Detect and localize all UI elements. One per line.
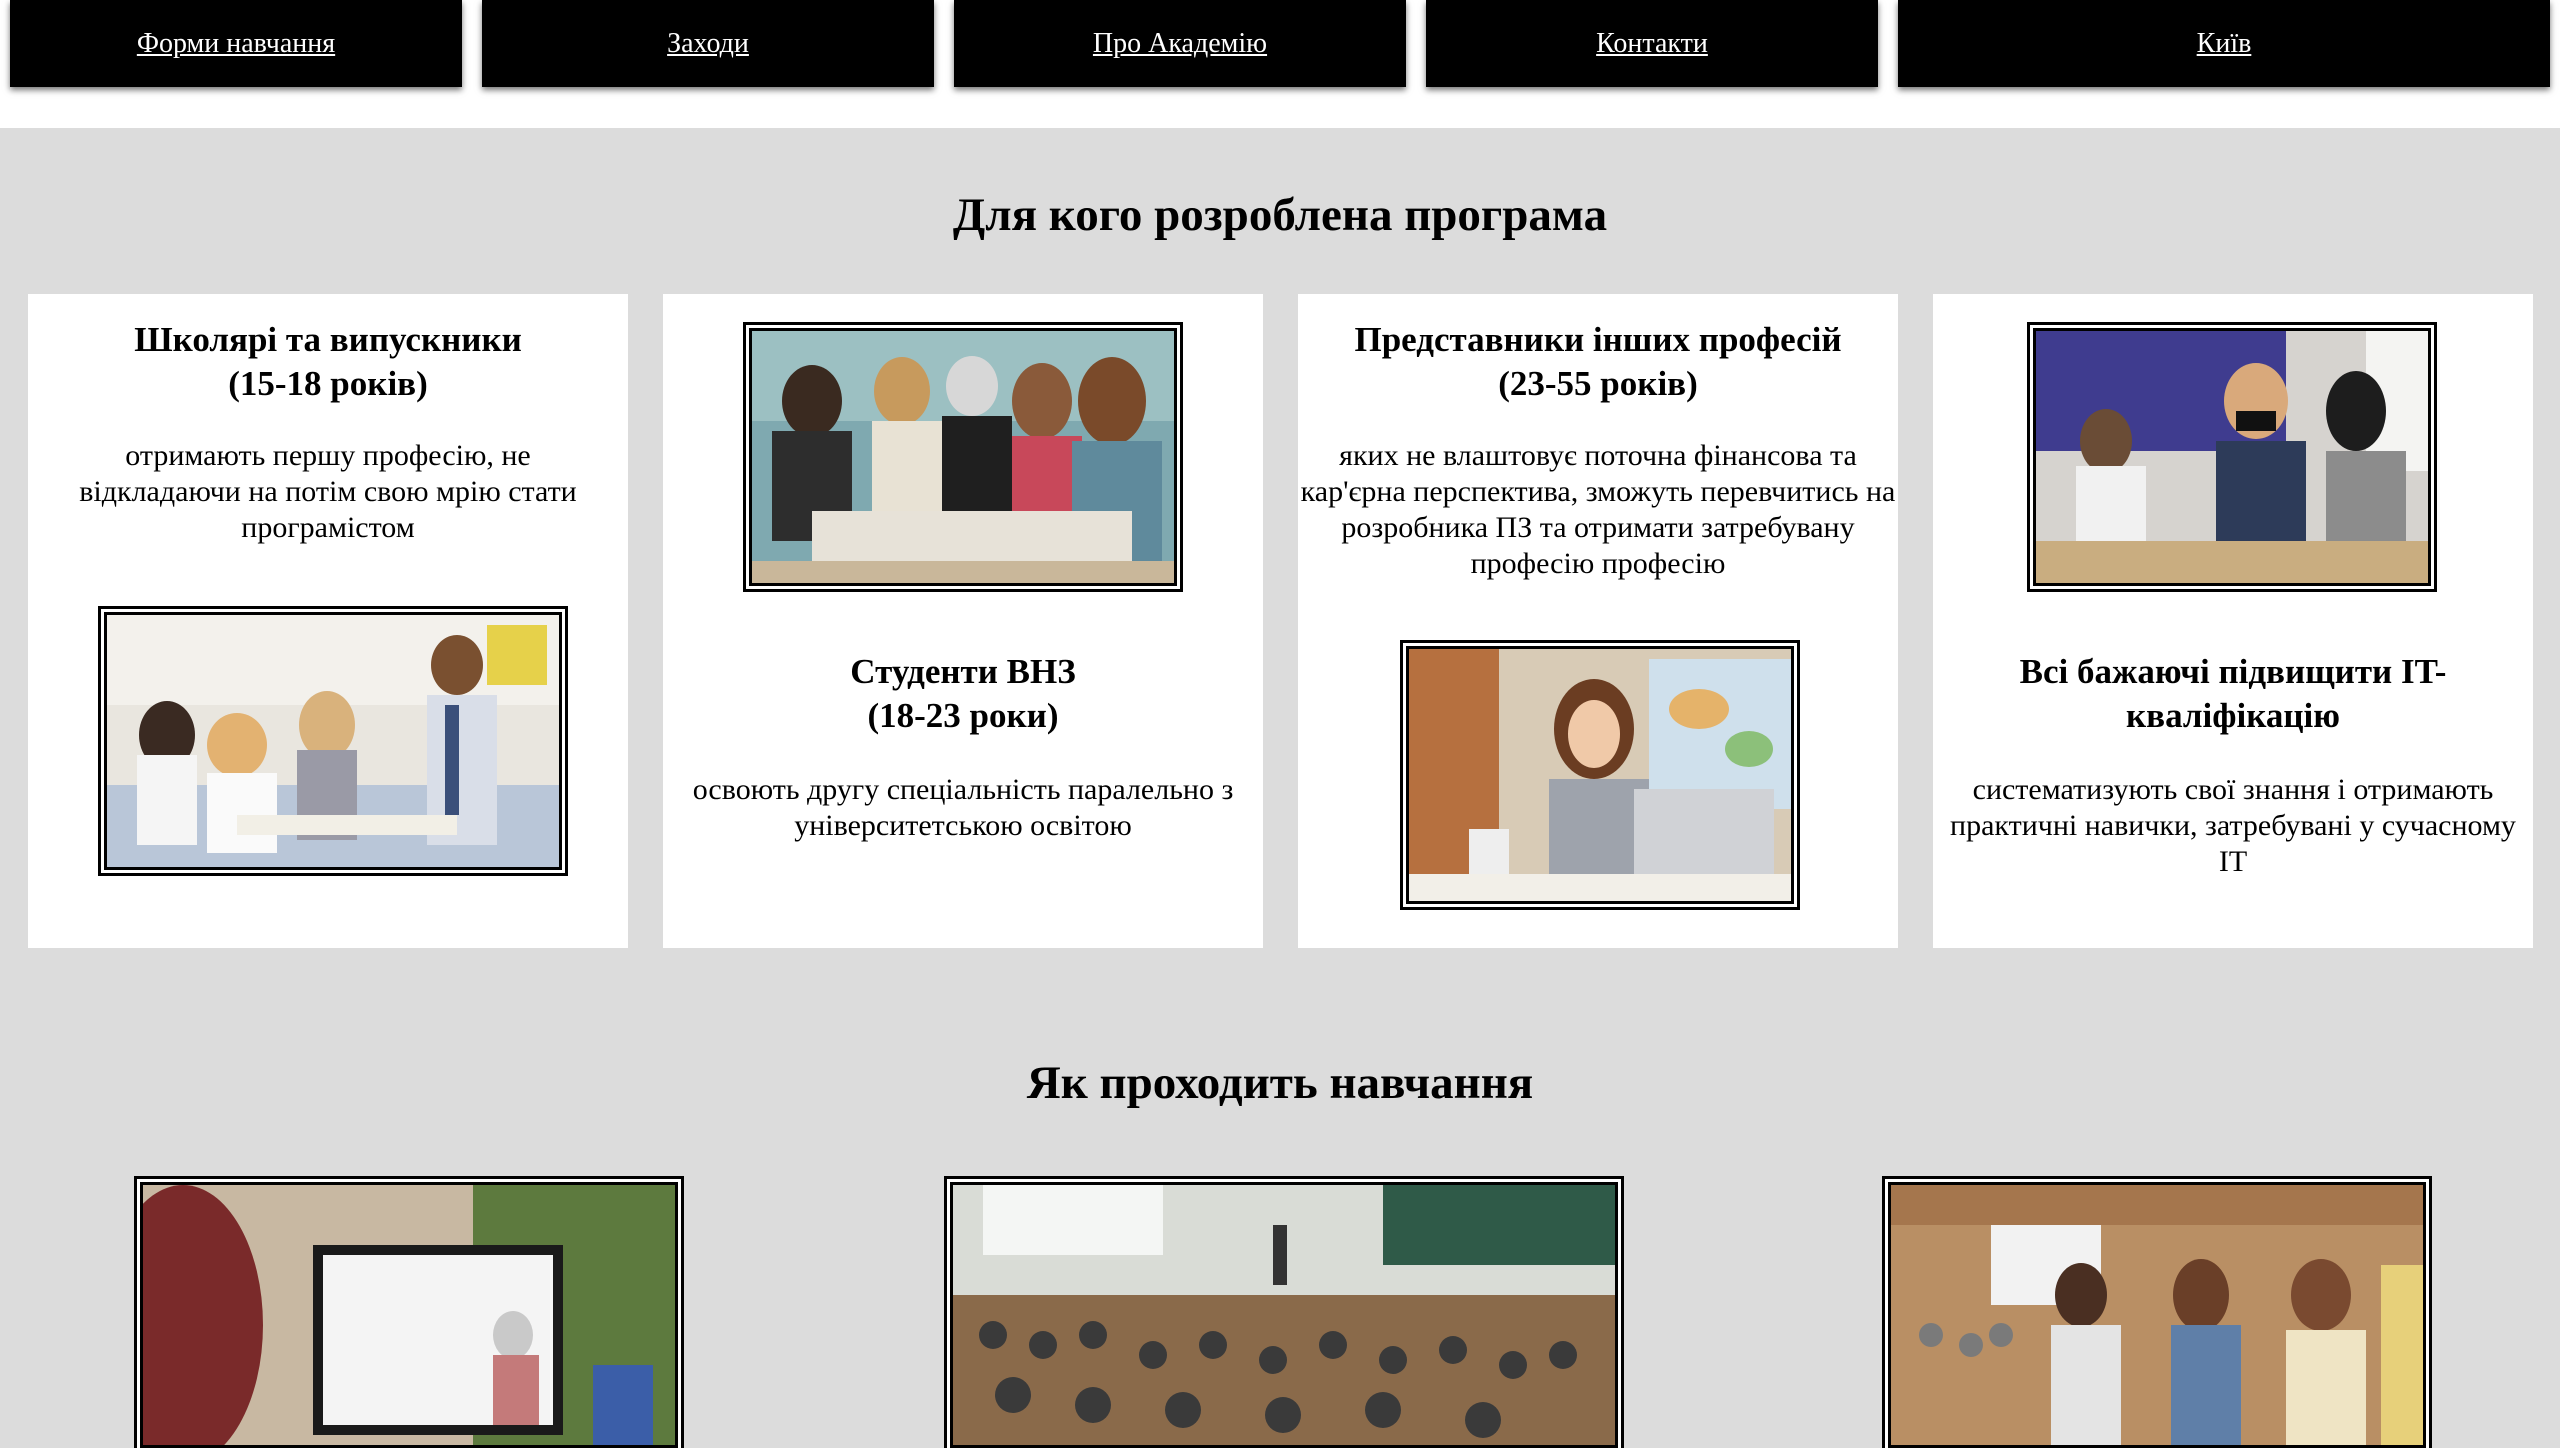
top-navigation: Форми навчання Заходи Про Академію Конта… — [0, 0, 2560, 128]
audience-card-university-students: Студенти ВНЗ (18-23 роки) освоють другу … — [663, 294, 1263, 948]
nav-events[interactable]: Заходи — [482, 0, 934, 87]
card-title: Студенти ВНЗ (18-23 роки) — [663, 650, 1263, 738]
card-title-line1: Студенти ВНЗ — [850, 652, 1076, 691]
card-description: отримають першу професію, не відкладаючи… — [79, 439, 577, 544]
students-event-photo — [1885, 1179, 2429, 1448]
learning-section-title: Як проходить навчання — [1026, 1057, 1534, 1109]
students-writing-photo — [746, 325, 1180, 589]
card-title: Всі бажаючі підвищити IT- кваліфікацію — [1933, 650, 2533, 738]
audience-section-title: Для кого розроблена програма — [952, 189, 1608, 241]
woman-at-laptop-photo — [1403, 643, 1797, 907]
card-title-line2: кваліфікацію — [2126, 696, 2340, 735]
audience-card-other-professions: Представники інших професій (23-55 років… — [1298, 294, 1898, 948]
online-lesson-photo — [137, 1179, 681, 1448]
card-title-line1: Школярі та випускники — [134, 320, 522, 359]
card-title: Школярі та випускники (15-18 років) — [28, 318, 628, 406]
card-title: Представники інших професій (23-55 років… — [1298, 318, 1898, 406]
card-description: систематизують свої знання і отримають п… — [1950, 773, 2516, 878]
classroom-photo — [101, 609, 565, 873]
nav-forms-of-study[interactable]: Форми навчання — [10, 0, 462, 87]
card-title-line1: Представники інших професій — [1354, 320, 1842, 359]
card-title-line2: (15-18 років) — [228, 364, 428, 403]
nav-city-kyiv[interactable]: Київ — [1898, 0, 2550, 87]
nav-contacts[interactable]: Контакти — [1426, 0, 1878, 87]
nav-about-academy[interactable]: Про Академію — [954, 0, 1406, 87]
lecture-hall-photo — [947, 1179, 1621, 1448]
card-title-line1: Всі бажаючі підвищити IT- — [2019, 652, 2447, 691]
auditorium-students-photo — [2030, 325, 2434, 589]
card-description: освоють другу спеціальність паралельно з… — [692, 773, 1234, 842]
audience-card-schoolchildren: Школярі та випускники (15-18 років) отри… — [28, 294, 628, 948]
card-title-line2: (23-55 років) — [1498, 364, 1698, 403]
card-title-line2: (18-23 роки) — [867, 696, 1059, 735]
card-description: яких не влаштовує поточна фінансова та к… — [1300, 439, 1896, 580]
audience-card-it-upskilling: Всі бажаючі підвищити IT- кваліфікацію с… — [1933, 294, 2533, 948]
